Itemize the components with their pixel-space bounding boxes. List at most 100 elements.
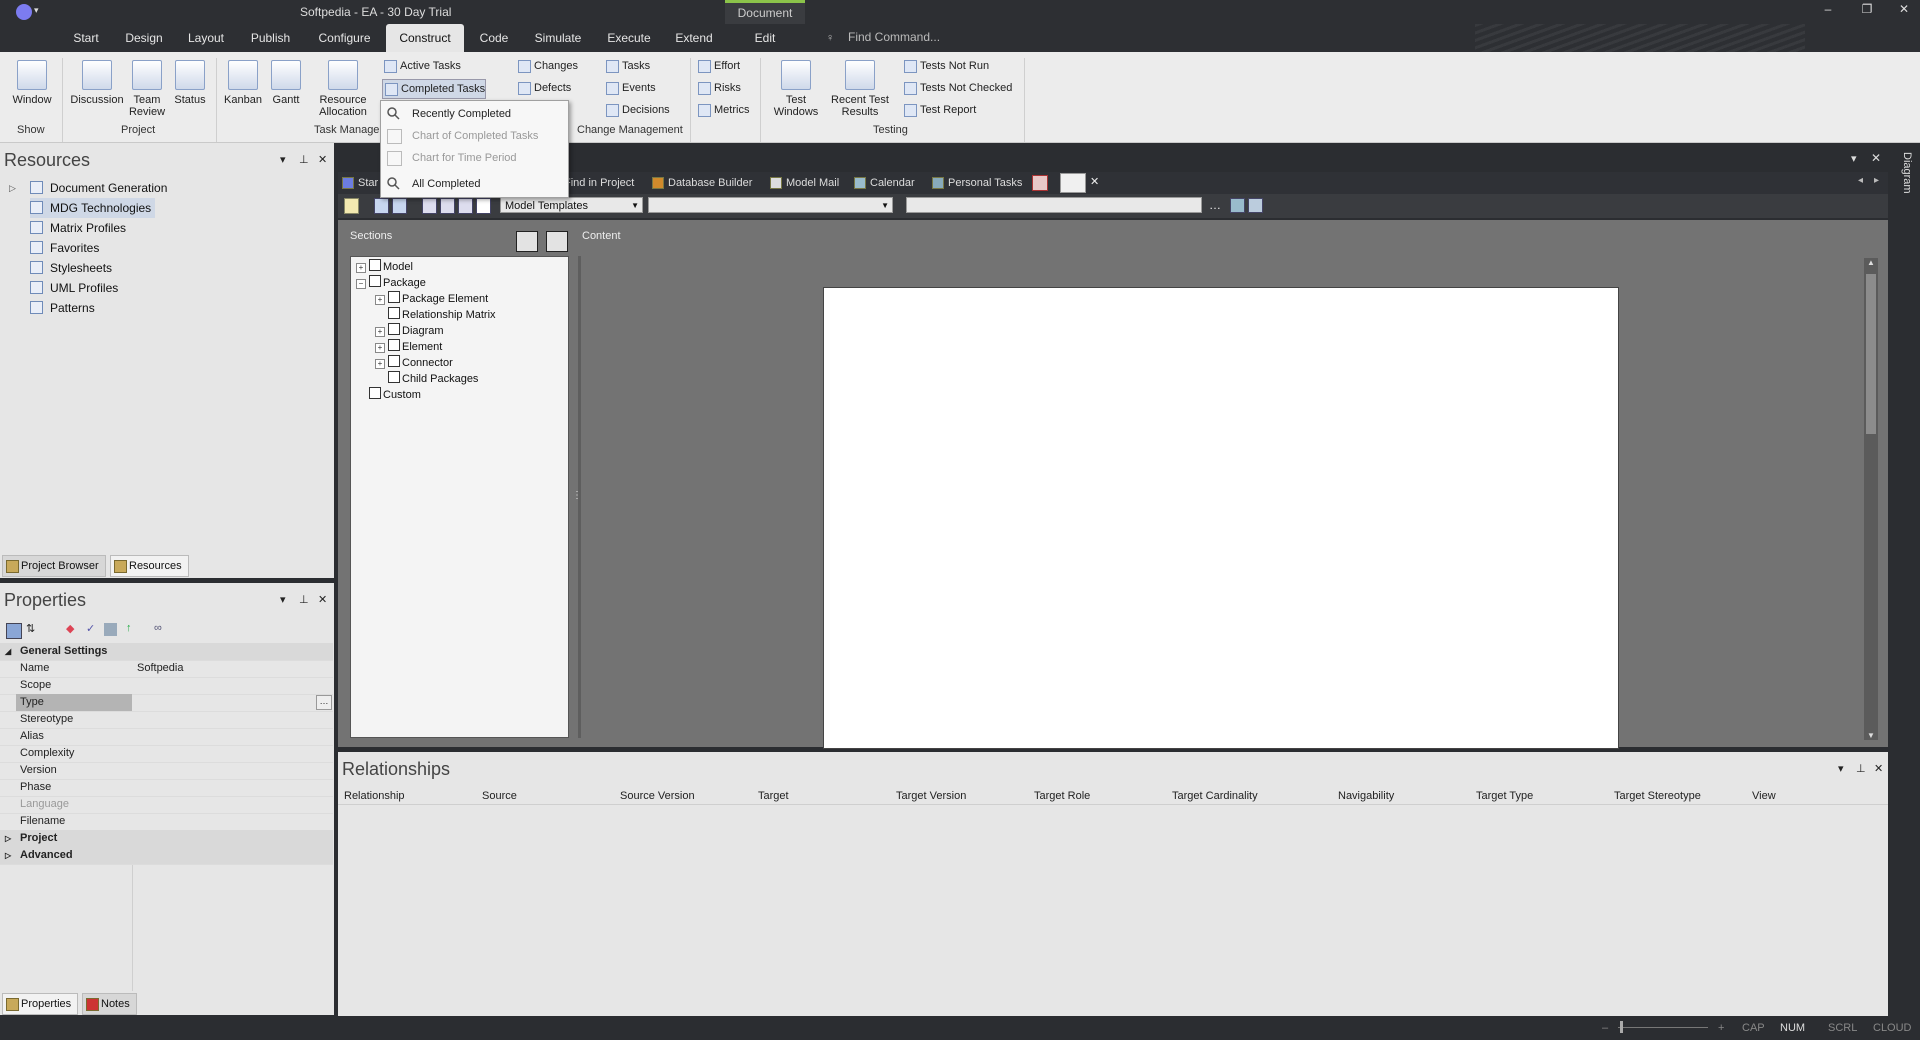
- column-target[interactable]: Target: [758, 790, 789, 802]
- tab-execute[interactable]: Execute: [606, 24, 652, 52]
- close-icon[interactable]: ✕: [1874, 762, 1883, 775]
- completed-tasks-button[interactable]: Completed Tasks: [382, 79, 487, 99]
- tab-extend[interactable]: Extend: [674, 24, 714, 52]
- move-down-button[interactable]: [546, 231, 568, 252]
- resource-stylesheets[interactable]: Stylesheets: [30, 258, 112, 278]
- checkbox[interactable]: [388, 371, 400, 383]
- expander-icon[interactable]: +: [356, 263, 366, 273]
- doc-tab-model-mail[interactable]: Model Mail: [770, 174, 839, 192]
- options-icon[interactable]: [440, 198, 455, 214]
- close-icon[interactable]: ✕: [318, 593, 327, 606]
- tab-project-browser[interactable]: Project Browser: [2, 555, 106, 577]
- checkbox[interactable]: [369, 275, 381, 287]
- template-select[interactable]: Model Templates ▼: [500, 197, 643, 213]
- section-package-element[interactable]: + Package Element: [375, 291, 488, 307]
- app-menu-chevron-icon[interactable]: ▾: [34, 5, 39, 16]
- discussion-button[interactable]: Discussion: [68, 60, 126, 106]
- scroll-down-icon[interactable]: ▼: [1867, 731, 1875, 740]
- group-advanced[interactable]: ▷ Advanced: [0, 847, 333, 865]
- section-connector[interactable]: + Connector: [375, 355, 453, 371]
- tab-design[interactable]: Design: [124, 24, 164, 52]
- document-generator-icon[interactable]: [1032, 175, 1048, 191]
- content-page[interactable]: [823, 287, 1619, 749]
- group-project[interactable]: ▷ Project: [0, 830, 333, 848]
- recent-test-results-button[interactable]: Recent Test Results: [828, 60, 892, 118]
- group-general-settings[interactable]: ◢ General Settings: [0, 643, 333, 661]
- property-row-scope[interactable]: Scope: [0, 677, 333, 695]
- property-value[interactable]: Softpedia: [137, 660, 327, 677]
- move-up-button[interactable]: [516, 231, 538, 252]
- scroll-right-icon[interactable]: ▸: [1874, 175, 1879, 186]
- property-row-alias[interactable]: Alias: [0, 728, 333, 746]
- tab-resources[interactable]: Resources: [110, 555, 189, 577]
- ellipsis-button[interactable]: …: [316, 695, 332, 710]
- app-menu-icon[interactable]: [16, 4, 32, 20]
- doc-tab-find-in-project[interactable]: Find in Project: [560, 174, 634, 192]
- scrollbar-thumb[interactable]: [1866, 274, 1876, 434]
- resource-favorites[interactable]: Favorites: [30, 238, 99, 258]
- style-select[interactable]: ▼: [648, 197, 893, 213]
- kanban-button[interactable]: Kanban: [220, 60, 266, 106]
- effort-button[interactable]: Effort: [696, 57, 740, 75]
- properties-icon[interactable]: [104, 623, 117, 636]
- document-generator-active-tab-icon[interactable]: [1060, 173, 1086, 193]
- section-package[interactable]: − Package: [356, 275, 426, 291]
- checkbox[interactable]: [388, 307, 400, 319]
- minimize-button[interactable]: –: [1813, 2, 1843, 22]
- path-input[interactable]: [906, 197, 1202, 213]
- resource-document-generation[interactable]: Document Generation: [30, 178, 167, 198]
- zoom-out-icon[interactable]: –: [1602, 1022, 1608, 1034]
- menu-item-chart-completed-tasks[interactable]: Chart of Completed Tasks: [381, 125, 566, 147]
- tab-configure[interactable]: Configure: [317, 24, 372, 52]
- checkbox[interactable]: [369, 259, 381, 271]
- property-row-name[interactable]: Name Softpedia: [0, 660, 333, 678]
- scroll-up-icon[interactable]: ▲: [1867, 258, 1875, 267]
- close-tab-icon[interactable]: ✕: [1090, 175, 1099, 188]
- section-relationship-matrix[interactable]: Relationship Matrix: [388, 307, 496, 323]
- tab-notes[interactable]: Notes: [82, 993, 137, 1015]
- column-target-role[interactable]: Target Role: [1034, 790, 1090, 802]
- tab-properties[interactable]: Properties: [2, 993, 79, 1015]
- categorized-icon[interactable]: [6, 623, 22, 639]
- scroll-left-icon[interactable]: ◂: [1858, 175, 1863, 186]
- vertical-scrollbar[interactable]: ▲ ▼: [1864, 258, 1878, 740]
- tab-start[interactable]: Start: [70, 24, 102, 52]
- tab-code[interactable]: Code: [477, 24, 511, 52]
- property-row-phase[interactable]: Phase: [0, 779, 333, 797]
- generate-icon[interactable]: [422, 198, 437, 214]
- column-source-version[interactable]: Source Version: [620, 790, 695, 802]
- property-row-stereotype[interactable]: Stereotype: [0, 711, 333, 729]
- changes-button[interactable]: Changes: [516, 57, 578, 75]
- doc-tab-database-builder[interactable]: Database Builder: [652, 174, 752, 192]
- window-button[interactable]: Window: [8, 60, 56, 106]
- team-review-button[interactable]: Team Review: [127, 60, 167, 118]
- gantt-button[interactable]: Gantt: [268, 60, 304, 106]
- expander-icon[interactable]: +: [375, 327, 385, 337]
- checkbox[interactable]: [388, 339, 400, 351]
- metrics-button[interactable]: Metrics: [696, 101, 749, 119]
- close-button[interactable]: ✕: [1889, 2, 1919, 22]
- section-element[interactable]: + Element: [375, 339, 442, 355]
- tab-publish[interactable]: Publish: [248, 24, 293, 52]
- close-icon[interactable]: ✕: [1871, 151, 1881, 165]
- column-source[interactable]: Source: [482, 790, 517, 802]
- section-diagram[interactable]: + Diagram: [375, 323, 444, 339]
- tab-layout[interactable]: Layout: [186, 24, 226, 52]
- zoom-in-icon[interactable]: +: [1718, 1022, 1724, 1034]
- checkbox[interactable]: [388, 291, 400, 303]
- pin-icon[interactable]: ⊥: [299, 593, 309, 606]
- section-child-packages[interactable]: Child Packages: [388, 371, 478, 387]
- resource-matrix-profiles[interactable]: Matrix Profiles: [30, 218, 126, 238]
- tests-not-checked-button[interactable]: Tests Not Checked: [902, 79, 1012, 97]
- resource-mdg-technologies[interactable]: MDG Technologies: [30, 198, 156, 218]
- zoom-slider-thumb[interactable]: [1620, 1021, 1623, 1033]
- column-target-version[interactable]: Target Version: [896, 790, 966, 802]
- resource-allocation-button[interactable]: Resource Allocation: [314, 60, 372, 118]
- events-button[interactable]: Events: [604, 79, 656, 97]
- panel-dropdown-icon[interactable]: ▾: [280, 593, 286, 606]
- property-row-language[interactable]: Language: [0, 796, 333, 814]
- doc-tab-calendar[interactable]: Calendar: [854, 174, 915, 192]
- expand-arrow-icon[interactable]: ▷: [9, 183, 16, 194]
- alphabetical-icon[interactable]: ⇅: [26, 622, 35, 635]
- test-windows-button[interactable]: Test Windows: [766, 60, 826, 118]
